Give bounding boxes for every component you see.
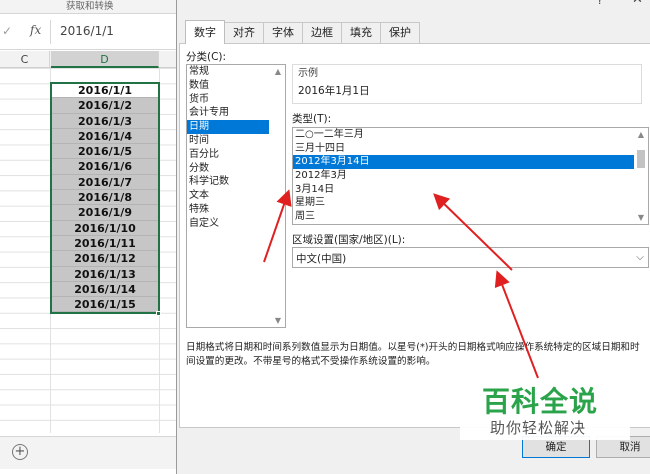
insert-function-icon[interactable]: fx bbox=[30, 23, 41, 37]
selected-range[interactable]: 2016/1/1 2016/1/2 2016/1/3 2016/1/4 2016… bbox=[51, 83, 159, 313]
ribbon-group-label: 获取和转换 bbox=[66, 1, 114, 12]
enter-icon[interactable]: ✓ bbox=[2, 24, 12, 38]
type-item[interactable]: 2012年3月 bbox=[293, 169, 634, 183]
dialog-tabs: 数字 对齐 字体 边框 填充 保护 bbox=[185, 20, 420, 44]
tab-font[interactable]: 字体 bbox=[263, 22, 303, 44]
cell[interactable]: 2016/1/2 bbox=[51, 98, 159, 114]
cell[interactable]: 2016/1/1 bbox=[51, 83, 159, 99]
category-item[interactable]: 自定义 bbox=[187, 217, 269, 231]
category-label: 分类(C): bbox=[186, 51, 227, 63]
type-list[interactable]: 二○一二年三月 三月十四日 2012年3月14日 2012年3月 3月14日 星… bbox=[292, 127, 649, 225]
category-item[interactable]: 特殊 bbox=[187, 203, 269, 217]
scroll-thumb[interactable] bbox=[637, 150, 645, 168]
column-headers: C D bbox=[0, 51, 176, 68]
cell[interactable]: 2016/1/3 bbox=[51, 113, 159, 129]
fill-handle[interactable] bbox=[156, 311, 161, 316]
scroll-up-icon[interactable]: ▲ bbox=[634, 128, 648, 141]
scroll-down-icon[interactable]: ▼ bbox=[271, 314, 285, 327]
tab-alignment[interactable]: 对齐 bbox=[224, 22, 264, 44]
add-sheet-icon[interactable]: + bbox=[12, 444, 28, 460]
chevron-down-icon[interactable]: ⌵ bbox=[632, 248, 648, 267]
watermark-subtitle: 助你轻松解决 bbox=[490, 419, 587, 437]
tab-border[interactable]: 边框 bbox=[302, 22, 342, 44]
locale-value: 中文(中国) bbox=[296, 253, 347, 265]
sheet-tab-bar: + bbox=[0, 436, 176, 469]
category-item[interactable]: 会计专用 bbox=[187, 106, 269, 120]
locale-select[interactable]: 中文(中国) ⌵ bbox=[292, 247, 649, 268]
watermark-title: 百科全说 bbox=[482, 385, 599, 418]
category-list[interactable]: 常规 数值 货币 会计专用 日期 时间 百分比 分数 科学记数 文本 特殊 自定… bbox=[186, 64, 286, 328]
category-scrollbar[interactable]: ▲ ▼ bbox=[271, 65, 285, 327]
sample-value: 2016年1月1日 bbox=[298, 85, 370, 97]
cell[interactable]: 2016/1/10 bbox=[51, 220, 159, 236]
column-header-c[interactable]: C bbox=[0, 51, 50, 68]
gridline bbox=[159, 68, 160, 433]
category-item[interactable]: 百分比 bbox=[187, 148, 269, 162]
cell[interactable]: 2016/1/9 bbox=[51, 205, 159, 221]
column-header-e[interactable] bbox=[160, 51, 176, 68]
tab-protection[interactable]: 保护 bbox=[380, 22, 420, 44]
ribbon-strip: 获取和转换 bbox=[0, 0, 176, 14]
type-item[interactable]: 周三 bbox=[293, 210, 634, 224]
category-item[interactable]: 常规 bbox=[187, 65, 269, 79]
type-item[interactable]: 三月十四日 bbox=[293, 142, 634, 156]
sample-label: 示例 bbox=[298, 68, 318, 79]
number-tab-panel: 分类(C): 常规 数值 货币 会计专用 日期 时间 百分比 分数 科学记数 文… bbox=[179, 43, 650, 428]
type-scrollbar[interactable]: ▲ ▼ bbox=[634, 128, 648, 224]
category-item[interactable]: 货币 bbox=[187, 93, 269, 107]
formula-bar-divider bbox=[50, 20, 51, 44]
scroll-down-icon[interactable]: ▼ bbox=[634, 211, 648, 224]
cell[interactable]: 2016/1/4 bbox=[51, 128, 159, 145]
cell[interactable]: 2016/1/11 bbox=[51, 235, 159, 252]
watermark: 百科全说 助你轻松解决 bbox=[460, 378, 630, 440]
category-item[interactable]: 数值 bbox=[187, 79, 269, 93]
locale-label: 区域设置(国家/地区)(L): bbox=[292, 234, 406, 246]
type-item-selected[interactable]: 2012年3月14日 bbox=[293, 155, 634, 170]
sample-group: 示例 2016年1月1日 bbox=[292, 64, 642, 104]
tab-number[interactable]: 数字 bbox=[185, 20, 225, 44]
type-label: 类型(T): bbox=[292, 113, 332, 125]
category-item[interactable]: 科学记数 bbox=[187, 175, 269, 189]
cell[interactable]: 2016/1/6 bbox=[51, 159, 159, 175]
cell[interactable]: 2016/1/5 bbox=[51, 144, 159, 160]
cell[interactable]: 2016/1/13 bbox=[51, 266, 159, 282]
close-icon[interactable]: ✕ bbox=[632, 0, 643, 7]
cell[interactable]: 2016/1/14 bbox=[51, 281, 159, 298]
cell[interactable]: 2016/1/7 bbox=[51, 174, 159, 191]
spreadsheet: 获取和转换 ✓ fx 2016/1/1 C D 2016/1/1 2016/1/… bbox=[0, 0, 176, 469]
category-item[interactable]: 文本 bbox=[187, 189, 269, 203]
category-item[interactable]: 分数 bbox=[187, 162, 269, 176]
type-item[interactable]: 星期三 bbox=[293, 196, 634, 210]
cell[interactable]: 2016/1/12 bbox=[51, 251, 159, 267]
help-icon[interactable]: ? bbox=[597, 0, 603, 7]
category-item-selected[interactable]: 日期 bbox=[187, 120, 269, 134]
format-description: 日期格式将日期和时间系列数值显示为日期值。以星号(*)开头的日期格式响应操作系统… bbox=[186, 342, 640, 367]
scroll-up-icon[interactable]: ▲ bbox=[271, 65, 285, 78]
type-item[interactable]: 3月14日 bbox=[293, 183, 634, 197]
cell[interactable]: 2016/1/15 bbox=[51, 297, 159, 313]
formula-bar: ✓ fx 2016/1/1 bbox=[0, 15, 176, 50]
category-item[interactable]: 时间 bbox=[187, 134, 269, 148]
type-item[interactable]: 二○一二年三月 bbox=[293, 128, 634, 142]
tab-fill[interactable]: 填充 bbox=[341, 22, 381, 44]
formula-input[interactable]: 2016/1/1 bbox=[60, 24, 114, 38]
cell[interactable]: 2016/1/8 bbox=[51, 190, 159, 206]
column-header-d[interactable]: D bbox=[51, 51, 159, 68]
